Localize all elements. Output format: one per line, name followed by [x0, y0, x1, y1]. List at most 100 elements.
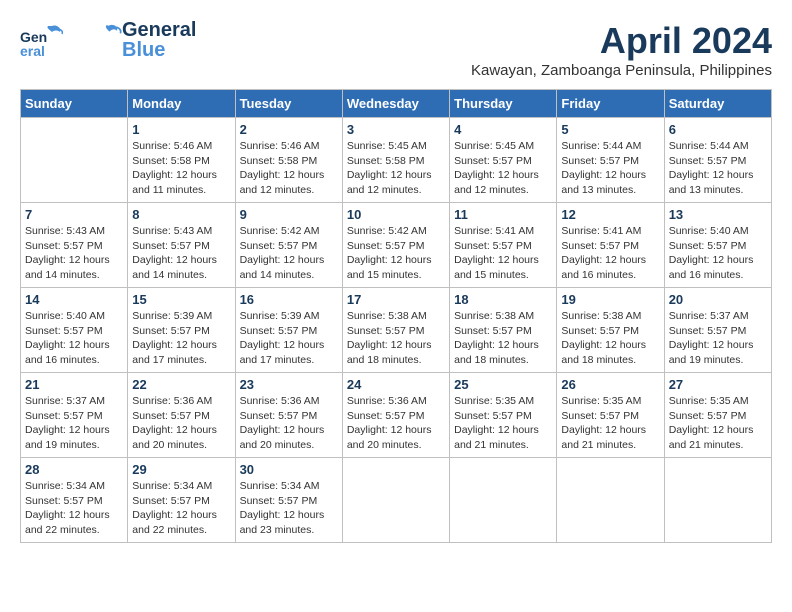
day-info: Sunrise: 5:38 AMSunset: 5:57 PMDaylight:…: [347, 309, 445, 368]
logo-general: General: [122, 20, 196, 40]
day-info: Sunrise: 5:36 AMSunset: 5:57 PMDaylight:…: [240, 394, 338, 453]
day-number: 28: [25, 462, 123, 477]
day-number: 25: [454, 377, 552, 392]
day-cell: 8Sunrise: 5:43 AMSunset: 5:57 PMDaylight…: [128, 203, 235, 288]
day-info: Sunrise: 5:35 AMSunset: 5:57 PMDaylight:…: [561, 394, 659, 453]
day-cell: 15Sunrise: 5:39 AMSunset: 5:57 PMDayligh…: [128, 288, 235, 373]
day-cell: 30 Sunrise: 5:34 AMSunset: 5:57 PMDayligh…: [235, 458, 342, 543]
day-info: Sunrise: 5:37 AMSunset: 5:57 PMDaylight:…: [25, 394, 123, 453]
day-info: Sunrise: 5:45 AMSunset: 5:58 PMDaylight:…: [347, 139, 445, 198]
logo-blue: Blue: [122, 40, 196, 60]
day-info: Sunrise: 5:42 AMSunset: 5:57 PMDaylight:…: [240, 224, 338, 283]
day-cell: 20Sunrise: 5:37 AMSunset: 5:57 PMDayligh…: [664, 288, 771, 373]
day-cell: 7 Sunrise: 5:43 AMSunset: 5:57 PMDaylight…: [21, 203, 128, 288]
day-cell: 21Sunrise: 5:37 AMSunset: 5:57 PMDayligh…: [21, 373, 128, 458]
day-info: Sunrise: 5:34 AMSunset: 5:57 PMDaylight:…: [240, 479, 338, 538]
day-cell: 17 Sunrise: 5:38 AMSunset: 5:57 PMDayligh…: [342, 288, 449, 373]
day-info: Sunrise: 5:39 AMSunset: 5:57 PMDaylight:…: [240, 309, 338, 368]
day-info: Sunrise: 5:46 AMSunset: 5:58 PMDaylight:…: [132, 139, 230, 198]
day-info: Sunrise: 5:38 AMSunset: 5:57 PMDaylight:…: [454, 309, 552, 368]
day-cell: 25 Sunrise: 5:35 AMSunset: 5:57 PMDayligh…: [450, 373, 557, 458]
header-friday: Friday: [557, 90, 664, 118]
day-cell: 26 Sunrise: 5:35 AMSunset: 5:57 PMDayligh…: [557, 373, 664, 458]
day-number: 9: [240, 207, 338, 222]
header-sunday: Sunday: [21, 90, 128, 118]
day-cell: 2 Sunrise: 5:46 AMSunset: 5:58 PMDaylight…: [235, 118, 342, 203]
day-cell: 22 Sunrise: 5:36 AMSunset: 5:57 PMDayligh…: [128, 373, 235, 458]
day-info: Sunrise: 5:36 AMSunset: 5:57 PMDaylight:…: [347, 394, 445, 453]
day-cell: [557, 458, 664, 543]
day-cell: 9 Sunrise: 5:42 AMSunset: 5:57 PMDaylight…: [235, 203, 342, 288]
day-cell: 3 Sunrise: 5:45 AMSunset: 5:58 PMDaylight…: [342, 118, 449, 203]
day-info: Sunrise: 5:46 AMSunset: 5:58 PMDaylight:…: [240, 139, 338, 198]
day-cell: 10Sunrise: 5:42 AMSunset: 5:57 PMDayligh…: [342, 203, 449, 288]
day-cell: 5 Sunrise: 5:44 AMSunset: 5:57 PMDaylight…: [557, 118, 664, 203]
location: Kawayan, Zamboanga Peninsula, Philippine…: [471, 62, 772, 79]
day-cell: 4Sunrise: 5:45 AMSunset: 5:57 PMDaylight…: [450, 118, 557, 203]
month-title: April 2024: [471, 20, 772, 62]
day-number: 16: [240, 292, 338, 307]
day-number: 23: [240, 377, 338, 392]
day-number: 6: [669, 122, 767, 137]
day-cell: 13 Sunrise: 5:40 AMSunset: 5:57 PMDayligh…: [664, 203, 771, 288]
day-cell: 12 Sunrise: 5:41 AMSunset: 5:57 PMDayligh…: [557, 203, 664, 288]
day-cell: 19Sunrise: 5:38 AMSunset: 5:57 PMDayligh…: [557, 288, 664, 373]
day-number: 12: [561, 207, 659, 222]
day-number: 29: [132, 462, 230, 477]
day-cell: [450, 458, 557, 543]
header-thursday: Thursday: [450, 90, 557, 118]
week-row-2: 7 Sunrise: 5:43 AMSunset: 5:57 PMDaylight…: [21, 203, 772, 288]
day-info: Sunrise: 5:41 AMSunset: 5:57 PMDaylight:…: [561, 224, 659, 283]
day-info: Sunrise: 5:43 AMSunset: 5:57 PMDaylight:…: [25, 224, 123, 283]
week-row-5: 28 Sunrise: 5:34 AMSunset: 5:57 PMDayligh…: [21, 458, 772, 543]
day-cell: 18 Sunrise: 5:38 AMSunset: 5:57 PMDayligh…: [450, 288, 557, 373]
day-info: Sunrise: 5:34 AMSunset: 5:57 PMDaylight:…: [25, 479, 123, 538]
header-tuesday: Tuesday: [235, 90, 342, 118]
day-info: Sunrise: 5:41 AMSunset: 5:57 PMDaylight:…: [454, 224, 552, 283]
day-cell: 28 Sunrise: 5:34 AMSunset: 5:57 PMDayligh…: [21, 458, 128, 543]
day-cell: 11 Sunrise: 5:41 AMSunset: 5:57 PMDayligh…: [450, 203, 557, 288]
logo: Gen eral General Blue: [20, 20, 196, 60]
header-monday: Monday: [128, 90, 235, 118]
page-header: Gen eral General Blue: [20, 20, 772, 79]
day-number: 11: [454, 207, 552, 222]
day-info: Sunrise: 5:35 AMSunset: 5:57 PMDaylight:…: [454, 394, 552, 453]
logo-full-icon: [72, 20, 122, 60]
day-cell: 6 Sunrise: 5:44 AMSunset: 5:57 PMDaylight…: [664, 118, 771, 203]
week-row-4: 21Sunrise: 5:37 AMSunset: 5:57 PMDayligh…: [21, 373, 772, 458]
day-info: Sunrise: 5:44 AMSunset: 5:57 PMDaylight:…: [669, 139, 767, 198]
day-number: 24: [347, 377, 445, 392]
day-number: 14: [25, 292, 123, 307]
day-info: Sunrise: 5:36 AMSunset: 5:57 PMDaylight:…: [132, 394, 230, 453]
day-info: Sunrise: 5:39 AMSunset: 5:57 PMDaylight:…: [132, 309, 230, 368]
calendar-table: SundayMondayTuesdayWednesdayThursdayFrid…: [20, 89, 772, 543]
day-number: 4: [454, 122, 552, 137]
day-cell: 24 Sunrise: 5:36 AMSunset: 5:57 PMDayligh…: [342, 373, 449, 458]
day-cell: 1 Sunrise: 5:46 AMSunset: 5:58 PMDaylight…: [128, 118, 235, 203]
day-number: 17: [347, 292, 445, 307]
header-wednesday: Wednesday: [342, 90, 449, 118]
day-cell: 23 Sunrise: 5:36 AMSunset: 5:57 PMDayligh…: [235, 373, 342, 458]
week-row-1: 1 Sunrise: 5:46 AMSunset: 5:58 PMDaylight…: [21, 118, 772, 203]
day-number: 22: [132, 377, 230, 392]
day-number: 2: [240, 122, 338, 137]
day-number: 26: [561, 377, 659, 392]
day-info: Sunrise: 5:44 AMSunset: 5:57 PMDaylight:…: [561, 139, 659, 198]
day-number: 7: [25, 207, 123, 222]
day-number: 18: [454, 292, 552, 307]
day-cell: 29Sunrise: 5:34 AMSunset: 5:57 PMDayligh…: [128, 458, 235, 543]
header-saturday: Saturday: [664, 90, 771, 118]
day-number: 3: [347, 122, 445, 137]
day-number: 10: [347, 207, 445, 222]
day-number: 30: [240, 462, 338, 477]
day-number: 19: [561, 292, 659, 307]
title-block: April 2024 Kawayan, Zamboanga Peninsula,…: [471, 20, 772, 79]
week-row-3: 14Sunrise: 5:40 AMSunset: 5:57 PMDayligh…: [21, 288, 772, 373]
day-number: 1: [132, 122, 230, 137]
svg-text:eral: eral: [20, 43, 45, 58]
day-info: Sunrise: 5:40 AMSunset: 5:57 PMDaylight:…: [669, 224, 767, 283]
day-number: 5: [561, 122, 659, 137]
day-number: 20: [669, 292, 767, 307]
day-number: 13: [669, 207, 767, 222]
logo-bird-icon: Gen eral: [20, 22, 64, 58]
